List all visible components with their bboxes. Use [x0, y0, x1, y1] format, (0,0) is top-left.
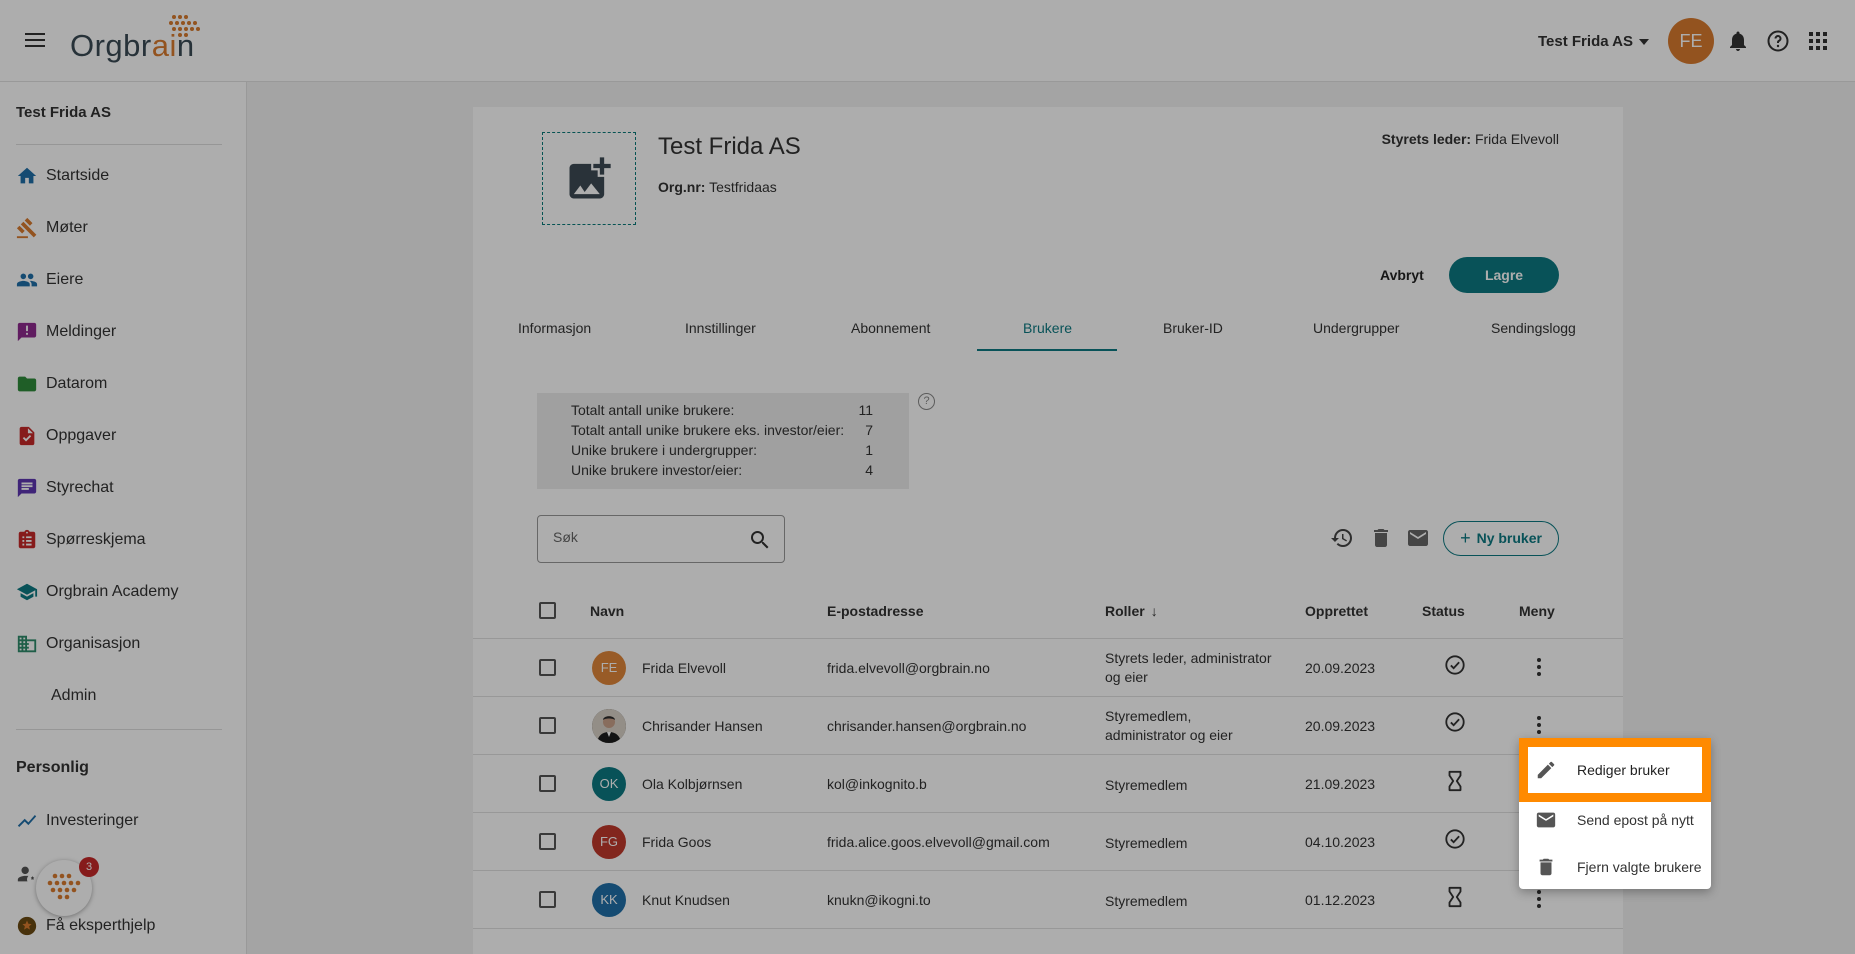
remove-users-menu-item[interactable]: Fjern valgte brukere	[1519, 844, 1711, 890]
resend-email-menu-item[interactable]: Send epost på nytt	[1519, 797, 1711, 843]
remove-users-label: Fjern valgte brukere	[1577, 859, 1702, 875]
mail-icon	[1536, 812, 1556, 828]
delete-icon	[1539, 858, 1553, 876]
edit-user-label: Rediger bruker	[1577, 762, 1670, 778]
edit-pencil-icon	[1537, 761, 1555, 779]
edit-user-menu-item[interactable]: Rediger bruker	[1519, 738, 1711, 802]
resend-email-label: Send epost på nytt	[1577, 812, 1694, 828]
